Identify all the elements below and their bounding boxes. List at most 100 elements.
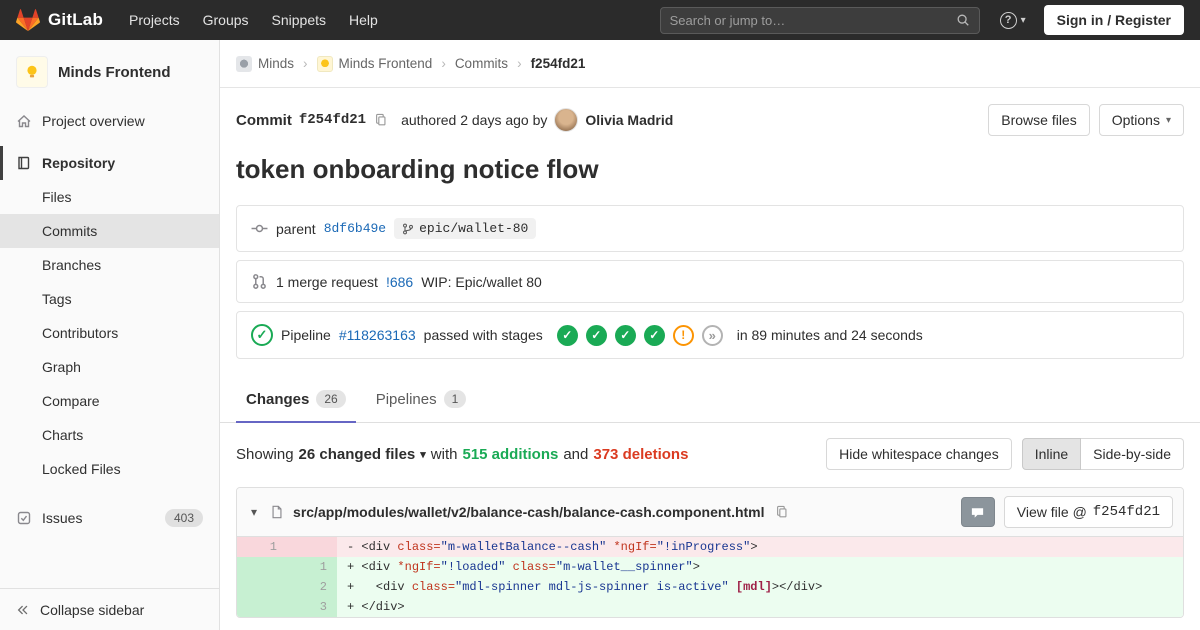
file-path[interactable]: src/app/modules/wallet/v2/balance-cash/b… [293, 504, 764, 520]
showing-text: Showing [236, 445, 294, 463]
navbar-item-help[interactable]: Help [349, 12, 378, 28]
with-text: with [430, 445, 458, 463]
browse-files-button[interactable]: Browse files [988, 104, 1090, 136]
new-line-number[interactable] [287, 537, 337, 557]
breadcrumb-item-minds-frontend[interactable]: Minds Frontend [316, 55, 432, 72]
sidebar-item-commits[interactable]: Commits [0, 214, 219, 248]
navbar-menu: Projects Groups Snippets Help [129, 12, 401, 28]
diff-line: 1 - <div class="m-walletBalance--cash" *n… [237, 537, 1183, 557]
stage-success-icon[interactable]: ✓ [614, 324, 636, 346]
diff-line: 2 + <div class="mdl-spinner mdl-js-spinne… [237, 577, 1183, 597]
sign-in-button[interactable]: Sign in / Register [1043, 5, 1184, 35]
mr-count-text: 1 merge request [276, 273, 378, 290]
toggle-comments-button[interactable] [960, 497, 995, 527]
diff-code: + <div *ngIf="!loaded" class="m-wallet__… [337, 557, 1183, 577]
hide-whitespace-button[interactable]: Hide whitespace changes [826, 438, 1012, 470]
search-icon[interactable] [956, 13, 970, 27]
old-line-number[interactable]: 1 [237, 537, 287, 557]
issues-icon [16, 510, 32, 526]
commit-title: token onboarding notice flow [236, 154, 599, 184]
stage-skipped-icon[interactable]: » [701, 324, 723, 346]
options-dropdown-button[interactable]: Options ▾ [1098, 104, 1184, 136]
pipeline-status-icon[interactable]: ✓ [251, 324, 273, 346]
branch-name: epic/wallet-80 [419, 221, 529, 236]
sidebar-item-label: Issues [42, 510, 83, 526]
issues-count-badge: 403 [164, 509, 203, 527]
search-input[interactable] [669, 12, 950, 28]
sidebar-item-graph[interactable]: Graph [0, 350, 219, 384]
sidebar: Minds Frontend Project overview Reposito… [0, 40, 220, 630]
additions-count: 515 additions [462, 445, 559, 463]
tabs: Changes 26 Pipelines 1 [220, 377, 1200, 423]
breadcrumb-item-commits[interactable]: Commits [455, 56, 508, 71]
diff-code: - <div class="m-walletBalance--cash" *ng… [337, 537, 1183, 557]
parent-label: parent [276, 220, 316, 237]
side-by-side-view-button[interactable]: Side-by-side [1081, 438, 1184, 470]
collapse-sidebar-button[interactable]: Collapse sidebar [0, 588, 219, 630]
sidebar-item-files[interactable]: Files [0, 180, 219, 214]
tab-changes[interactable]: Changes 26 [236, 377, 356, 423]
changed-files-count: 26 changed files [298, 445, 416, 463]
view-file-button[interactable]: View file @ f254fd21 [1003, 496, 1173, 528]
sidebar-item-project-overview[interactable]: Project overview [0, 104, 219, 138]
commit-icon [251, 220, 268, 237]
sidebar-item-branches[interactable]: Branches [0, 248, 219, 282]
authored-text: authored 2 days ago by [401, 112, 548, 128]
sidebar-item-locked-files[interactable]: Locked Files [0, 452, 219, 486]
new-line-number[interactable]: 1 [287, 557, 337, 577]
project-header[interactable]: Minds Frontend [0, 40, 219, 104]
help-menu[interactable]: ? ▾ [999, 11, 1026, 29]
parent-sha-link[interactable]: 8df6b49e [324, 221, 386, 236]
new-line-number[interactable]: 3 [287, 597, 337, 617]
old-line-number[interactable] [237, 577, 287, 597]
stage-success-icon[interactable]: ✓ [585, 324, 607, 346]
diff-summary: Showing 26 changed files ▾ with 515 addi… [220, 423, 1200, 485]
breadcrumb-avatar [316, 55, 333, 72]
stage-success-icon[interactable]: ✓ [643, 324, 665, 346]
copy-path-button[interactable] [774, 504, 790, 520]
sidebar-item-compare[interactable]: Compare [0, 384, 219, 418]
navbar-item-projects[interactable]: Projects [129, 12, 180, 28]
copy-sha-button[interactable] [373, 112, 389, 128]
changed-files-dropdown[interactable]: 26 changed files ▾ [299, 446, 426, 463]
sidebar-item-contributors[interactable]: Contributors [0, 316, 219, 350]
breadcrumb-separator: › [303, 56, 308, 71]
diff-code: + <div class="mdl-spinner mdl-js-spinner… [337, 577, 1183, 597]
chevron-down-icon: ▾ [420, 448, 426, 461]
sidebar-item-repository[interactable]: Repository [0, 146, 219, 180]
author-avatar[interactable] [554, 108, 579, 132]
file-icon [270, 505, 284, 519]
breadcrumb-item-minds[interactable]: Minds [236, 55, 294, 72]
author-name[interactable]: Olivia Madrid [585, 112, 673, 128]
sidebar-item-tags[interactable]: Tags [0, 282, 219, 316]
tab-pipelines[interactable]: Pipelines 1 [366, 377, 477, 423]
sidebar-item-label: Project overview [42, 113, 145, 129]
old-line-number[interactable] [237, 597, 287, 617]
navbar-item-groups[interactable]: Groups [203, 12, 249, 28]
tanuki-icon [16, 8, 40, 32]
diff-lines: 1- <div class="m-walletBalance--cash" *n… [237, 537, 1183, 617]
new-line-number[interactable]: 2 [287, 577, 337, 597]
commit-label: Commit [236, 111, 292, 129]
merge-request-icon [251, 273, 268, 290]
tab-count-badge: 1 [443, 390, 467, 408]
gitlab-logo[interactable]: GitLab [16, 8, 103, 32]
search-box [659, 6, 980, 34]
diff-file-header: ▾ src/app/modules/wallet/v2/balance-cash… [237, 488, 1183, 537]
repository-icon [16, 155, 32, 171]
sidebar-item-issues[interactable]: Issues 403 [0, 500, 219, 536]
and-text: and [563, 445, 589, 463]
old-line-number[interactable] [237, 557, 287, 577]
inline-view-button[interactable]: Inline [1021, 438, 1082, 470]
navbar-item-snippets[interactable]: Snippets [272, 12, 326, 28]
branch-badge[interactable]: epic/wallet-80 [394, 218, 537, 239]
sidebar-item-charts[interactable]: Charts [0, 418, 219, 452]
breadcrumb-avatar [236, 55, 252, 72]
collapse-diff-icon[interactable]: ▾ [247, 505, 261, 519]
pipeline-id-link[interactable]: #118263163 [339, 327, 416, 343]
stage-warning-icon[interactable]: ! [672, 324, 694, 346]
breadcrumb-separator: › [441, 56, 446, 71]
mr-ref-link[interactable]: !686 [386, 274, 413, 290]
collapse-label: Collapse sidebar [40, 601, 145, 618]
stage-success-icon[interactable]: ✓ [556, 324, 578, 346]
